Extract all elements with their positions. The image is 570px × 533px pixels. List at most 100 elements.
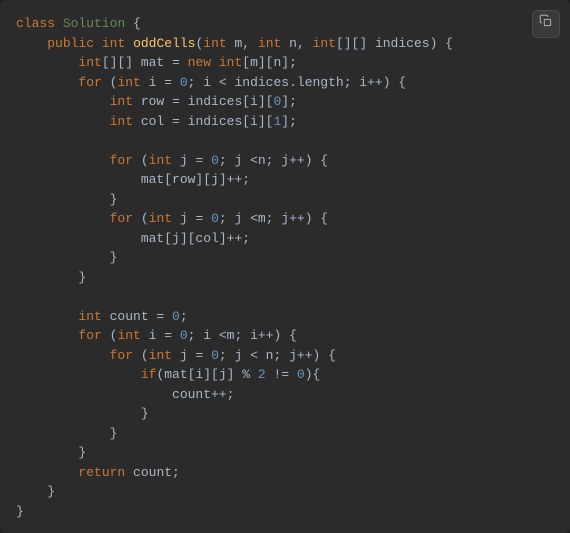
code-token: ( [102, 328, 118, 343]
code-token: ( [102, 75, 118, 90]
code-token: mat[j][col]++; [141, 231, 250, 246]
copy-button[interactable] [532, 10, 560, 38]
code-token: ]; [281, 94, 297, 109]
code-line: for (int j = 0; j <n; j++) { [16, 153, 328, 168]
code-token: int [149, 211, 172, 226]
code-token: j = [172, 153, 211, 168]
code-token [55, 16, 63, 31]
code-token: Solution [63, 16, 125, 31]
code-token: int [78, 309, 101, 324]
code-block: class Solution { public int oddCells(int… [0, 0, 570, 533]
code-line: count++; [16, 387, 234, 402]
code-token: int [110, 94, 133, 109]
code-token: 0 [297, 367, 305, 382]
code-token: int [313, 36, 336, 51]
code-token: int [117, 75, 140, 90]
code-token: 2 [258, 367, 266, 382]
code-token: [][] mat = [102, 55, 188, 70]
code-token: } [110, 250, 118, 265]
code-token: int [219, 55, 242, 70]
code-token: int [102, 36, 125, 51]
code-token: oddCells [133, 36, 195, 51]
code-token: int [258, 36, 281, 51]
code-token: int [203, 36, 226, 51]
code-token: ( [133, 211, 149, 226]
code-line: for (int j = 0; j < n; j++) { [16, 348, 336, 363]
code-line: mat[j][col]++; [16, 231, 250, 246]
code-token: for [110, 348, 133, 363]
code-token: for [78, 328, 101, 343]
code-token: public [47, 36, 94, 51]
code-token: for [110, 211, 133, 226]
code-token: int [149, 153, 172, 168]
code-token: } [110, 426, 118, 441]
code-token: count++; [172, 387, 234, 402]
code-content: class Solution { public int oddCells(int… [16, 14, 554, 521]
code-token: ( [133, 153, 149, 168]
code-line: int count = 0; [16, 309, 188, 324]
code-token: 0 [211, 153, 219, 168]
code-token: count = [102, 309, 172, 324]
code-token: row = indices[i][ [133, 94, 273, 109]
code-token: ; j <n; j++) { [219, 153, 328, 168]
code-token: m, [227, 36, 258, 51]
code-token: new [188, 55, 211, 70]
code-token: } [78, 270, 86, 285]
code-line: } [16, 484, 55, 499]
code-token: j = [172, 348, 211, 363]
code-token: 0 [211, 211, 219, 226]
code-token: i = [141, 328, 180, 343]
code-token: int [149, 348, 172, 363]
code-line: } [16, 445, 86, 460]
code-line: } [16, 270, 86, 285]
code-token: for [110, 153, 133, 168]
code-token: [m][n]; [242, 55, 297, 70]
code-token: mat[row][j]++; [141, 172, 250, 187]
code-line: int[][] mat = new int[m][n]; [16, 55, 297, 70]
code-token: ( [133, 348, 149, 363]
code-token: if [141, 367, 157, 382]
code-token [211, 55, 219, 70]
code-token: ; i <m; i++) { [188, 328, 297, 343]
code-line: int row = indices[i][0]; [16, 94, 297, 109]
code-token [94, 36, 102, 51]
code-line: } [16, 426, 117, 441]
code-line: return count; [16, 465, 180, 480]
code-token: count; [125, 465, 180, 480]
code-token: ; i < indices.length; i++) { [188, 75, 406, 90]
code-token: } [78, 445, 86, 460]
code-line: for (int j = 0; j <m; j++) { [16, 211, 328, 226]
code-line: mat[row][j]++; [16, 172, 250, 187]
code-line: } [16, 250, 117, 265]
code-token: } [47, 484, 55, 499]
code-line: } [16, 406, 149, 421]
code-token: 0 [172, 309, 180, 324]
code-token: ]; [281, 114, 297, 129]
code-line: } [16, 192, 117, 207]
code-token: int [117, 328, 140, 343]
code-token: } [16, 504, 24, 519]
code-token: (mat[i][j] % [156, 367, 257, 382]
code-token: 0 [180, 328, 188, 343]
code-token: 0 [211, 348, 219, 363]
code-token: for [78, 75, 101, 90]
code-token: != [266, 367, 297, 382]
code-line: for (int i = 0; i < indices.length; i++)… [16, 75, 406, 90]
code-token: 0 [180, 75, 188, 90]
code-token [125, 36, 133, 51]
copy-icon [539, 14, 553, 35]
code-token: class [16, 16, 55, 31]
code-token: col = indices[i][ [133, 114, 273, 129]
code-token: n, [281, 36, 312, 51]
code-token: j = [172, 211, 211, 226]
code-token: int [78, 55, 101, 70]
code-line: class Solution { [16, 16, 141, 31]
code-line: } [16, 504, 24, 519]
code-token: } [141, 406, 149, 421]
code-line: for (int i = 0; i <m; i++) { [16, 328, 297, 343]
code-token: int [110, 114, 133, 129]
code-line: public int oddCells(int m, int n, int[][… [16, 36, 453, 51]
code-token: { [125, 16, 141, 31]
code-token: ; [180, 309, 188, 324]
code-token: ; j <m; j++) { [219, 211, 328, 226]
